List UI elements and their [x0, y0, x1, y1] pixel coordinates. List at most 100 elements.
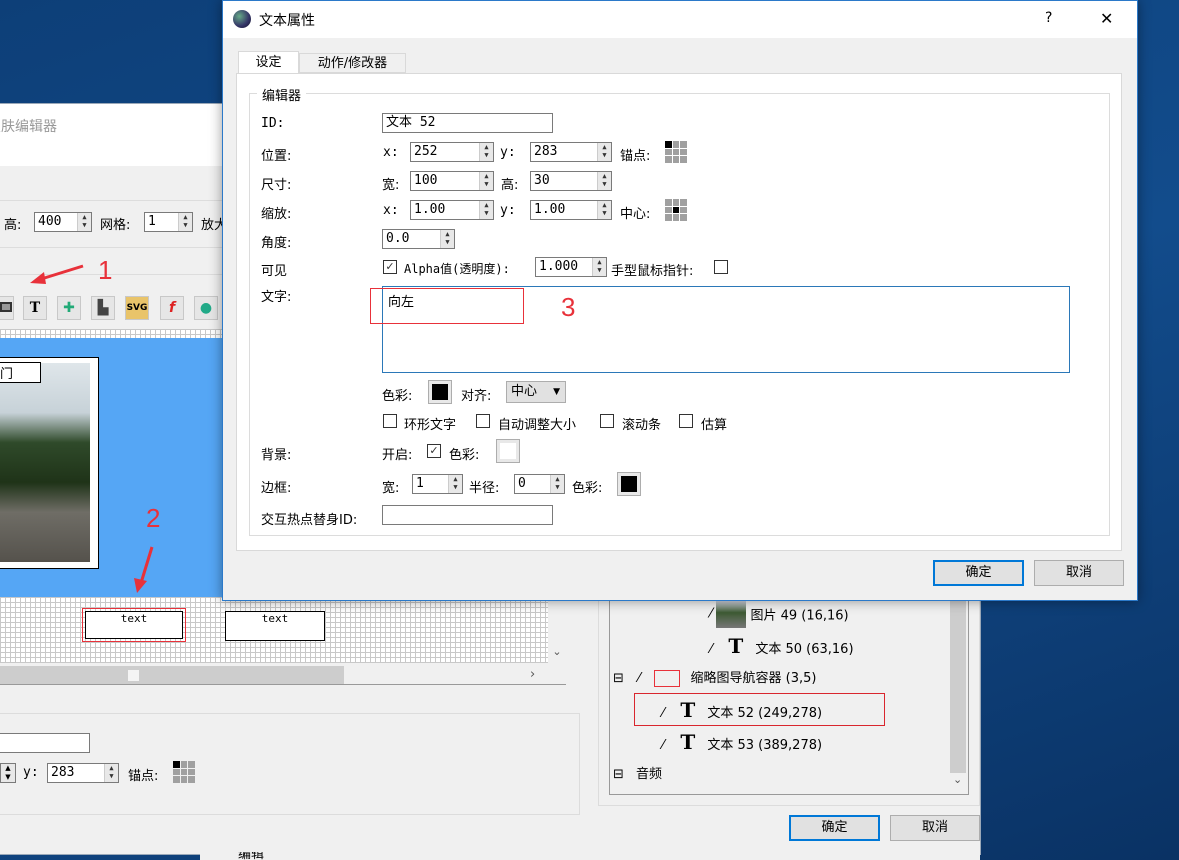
- border-width-label: 宽:: [382, 481, 400, 496]
- scale-x-spinner[interactable]: ▲ ▼: [479, 201, 493, 219]
- height-input[interactable]: 400 ▲ ▼: [34, 212, 92, 232]
- textbox-element[interactable]: text: [225, 611, 325, 641]
- tree-scrollbar-thumb[interactable]: [950, 597, 966, 773]
- vertical-scrollbar[interactable]: ⌄: [548, 597, 566, 663]
- lower-anchor-label: 锚点:: [128, 769, 159, 784]
- pos-y-input[interactable]: 283 ▲ ▼: [530, 142, 612, 162]
- id-input[interactable]: 文本 52: [382, 113, 553, 133]
- image-label-box[interactable]: 门: [0, 362, 41, 383]
- ok-button[interactable]: 确定: [933, 560, 1024, 586]
- scale-y-spinner[interactable]: ▲ ▼: [597, 201, 611, 219]
- option-label: 滚动条: [622, 418, 662, 433]
- annotation-box-3: [370, 288, 524, 324]
- pos-y-spinner[interactable]: ▲ ▼: [597, 143, 611, 161]
- tree-item-text-53[interactable]: ⁄ T 文本 53 (389,278): [662, 730, 822, 754]
- visible-checkbox[interactable]: ✓: [383, 260, 397, 274]
- text-tool[interactable]: T: [23, 296, 47, 320]
- container-tool[interactable]: ▙: [91, 296, 115, 320]
- image-element[interactable]: [0, 357, 99, 569]
- close-button[interactable]: ✕: [1100, 9, 1113, 28]
- width-spinner[interactable]: ▲ ▼: [479, 172, 493, 190]
- globe-tool[interactable]: ●: [194, 296, 218, 320]
- svg-tool[interactable]: SVG: [125, 296, 149, 320]
- rectangle-tool[interactable]: [0, 296, 14, 320]
- tab-actions-modifiers[interactable]: 动作/修改器: [299, 53, 406, 73]
- alpha-input[interactable]: 1.000 ▲ ▼: [535, 257, 607, 277]
- angle-input[interactable]: 0.0 ▲ ▼: [382, 229, 455, 249]
- app-icon: [233, 10, 251, 28]
- editor-cancel-button[interactable]: 取消: [890, 815, 980, 841]
- x-spinner[interactable]: ▲ ▼: [0, 763, 16, 783]
- width-input[interactable]: 100 ▲ ▼: [410, 171, 494, 191]
- position-label: 位置:: [261, 149, 292, 164]
- help-button[interactable]: ?: [1045, 10, 1052, 26]
- tree-item-audio[interactable]: ⊟ 音频: [613, 763, 662, 782]
- anchor-grid-icon[interactable]: [665, 141, 687, 163]
- option-checkbox-estimate[interactable]: [679, 414, 693, 428]
- horizontal-scrollbar[interactable]: ›: [0, 666, 566, 685]
- bg-color-label: 色彩:: [449, 448, 480, 463]
- hand-cursor-checkbox[interactable]: [714, 260, 728, 274]
- text-color-swatch[interactable]: [428, 380, 452, 404]
- textbox-element-selected[interactable]: text: [82, 608, 186, 642]
- pos-x-input[interactable]: 252 ▲ ▼: [410, 142, 494, 162]
- tree-item-text-52[interactable]: ⁄ T 文本 52 (249,278): [662, 698, 822, 722]
- tree-item-thumbnail-container[interactable]: ⊟ ⁄ 缩略图导航容器 (3,5): [613, 667, 816, 687]
- border-width-input[interactable]: 1 ▲ ▼: [412, 474, 463, 494]
- border-radius-spinner[interactable]: ▲ ▼: [550, 475, 564, 493]
- scale-y-input[interactable]: 1.00 ▲ ▼: [530, 200, 612, 220]
- scale-x-value: 1.00: [414, 202, 446, 217]
- angle-spinner[interactable]: ▲ ▼: [440, 230, 454, 248]
- tree-item-label: 图片 49 (16,16): [750, 608, 849, 624]
- size-label: 尺寸:: [261, 178, 292, 193]
- border-width-spinner[interactable]: ▲ ▼: [448, 475, 462, 493]
- collapse-icon[interactable]: ⊟: [613, 767, 624, 782]
- alpha-spinner[interactable]: ▲ ▼: [592, 258, 606, 276]
- tree-scrollbar[interactable]: ⌄: [948, 591, 968, 794]
- visible-label: 可见: [261, 264, 288, 279]
- collapse-icon[interactable]: ⊟: [613, 671, 624, 686]
- anchor-grid-icon[interactable]: [173, 761, 195, 783]
- scale-x-input[interactable]: 1.00 ▲ ▼: [410, 200, 494, 220]
- height-spinner[interactable]: ▲ ▼: [77, 213, 91, 231]
- align-select[interactable]: 中心 ▼: [506, 381, 566, 403]
- tab-label: 设定: [255, 55, 282, 70]
- design-canvas[interactable]: 门: [0, 338, 222, 597]
- border-color-swatch[interactable]: [617, 472, 641, 496]
- cancel-button[interactable]: 取消: [1034, 560, 1124, 586]
- editor-ok-button[interactable]: 确定: [789, 815, 880, 841]
- id-label: ID:: [261, 116, 285, 131]
- tab-settings[interactable]: 设定: [238, 51, 299, 74]
- tree-item-label: 音频: [636, 767, 663, 782]
- bg-enable-checkbox[interactable]: ✓: [427, 444, 441, 458]
- height-input[interactable]: 30 ▲ ▼: [530, 171, 612, 191]
- center-grid-icon[interactable]: [665, 199, 687, 221]
- scrollbar-thumb[interactable]: [0, 666, 344, 684]
- bg-color-swatch[interactable]: [496, 439, 520, 463]
- option-checkbox-scrollbar[interactable]: [600, 414, 614, 428]
- scroll-right-arrow[interactable]: ›: [530, 667, 535, 682]
- hotspot-tool[interactable]: ✚: [57, 296, 81, 320]
- pos-x-label: x:: [383, 145, 399, 160]
- alpha-value: 1.000: [539, 259, 579, 274]
- lower-y-input[interactable]: 283 ▲ ▼: [47, 763, 119, 783]
- option-checkbox-auto-size[interactable]: [476, 414, 490, 428]
- option-checkbox-ring-text[interactable]: [383, 414, 397, 428]
- width-value: 100: [414, 173, 438, 188]
- lower-y-spinner[interactable]: ▲ ▼: [104, 764, 118, 782]
- grid-spinner[interactable]: ▲ ▼: [178, 213, 192, 231]
- tab-label: 动作/修改器: [317, 56, 388, 71]
- height-spinner[interactable]: ▲ ▼: [597, 172, 611, 190]
- hotspot-proxy-input[interactable]: [382, 505, 553, 525]
- grid-input[interactable]: 1 ▲ ▼: [144, 212, 193, 232]
- textbox-text: text: [85, 611, 183, 639]
- pos-x-spinner[interactable]: ▲ ▼: [479, 143, 493, 161]
- ruler-top: [0, 329, 222, 338]
- tree-item-text-50[interactable]: ⁄ T 文本 50 (63,16): [710, 634, 854, 658]
- tree-scroll-down[interactable]: ⌄: [953, 773, 962, 786]
- lower-id-input[interactable]: [0, 733, 90, 753]
- border-radius-input[interactable]: 0 ▲ ▼: [514, 474, 565, 494]
- tree-item-image-49[interactable]: ⁄ 图片 49 (16,16): [710, 600, 849, 628]
- grid-value: 1: [148, 214, 156, 229]
- flash-tool[interactable]: f: [160, 296, 184, 320]
